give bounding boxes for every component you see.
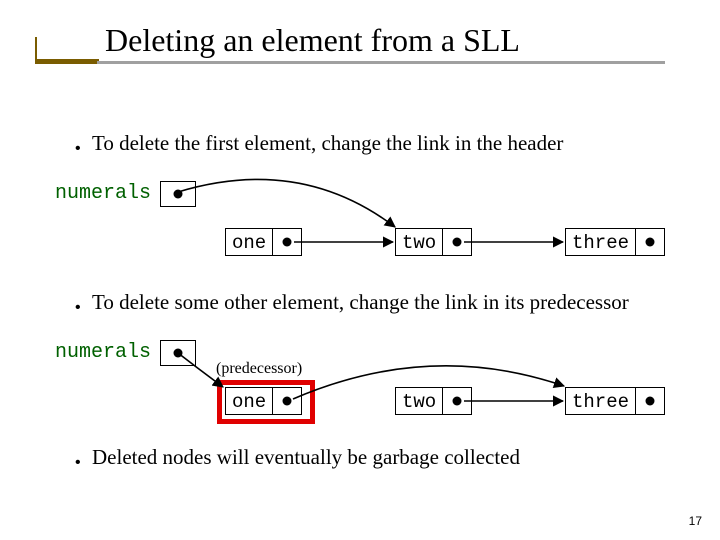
node-pointer-cell <box>273 388 301 414</box>
bullet-marker: • <box>75 299 81 317</box>
node-label: three <box>566 388 636 414</box>
list-name-label-2: numerals <box>55 341 151 364</box>
bullet-garbage: Deleted nodes will eventually be garbage… <box>92 445 520 470</box>
node-label: two <box>396 388 443 414</box>
node-three-d1: three <box>565 228 665 256</box>
pointer-dot <box>174 349 183 358</box>
node-label: three <box>566 229 636 255</box>
pointer-dot <box>646 397 655 406</box>
node-pointer-cell <box>443 388 471 414</box>
node-pointer-cell <box>273 229 301 255</box>
bullet-delete-other: To delete some other element, change the… <box>92 290 629 315</box>
pointer-dot <box>453 397 462 406</box>
pointer-dot <box>646 238 655 247</box>
node-two-d1: two <box>395 228 472 256</box>
node-three-d2: three <box>565 387 665 415</box>
node-label: one <box>226 388 273 414</box>
node-pointer-cell <box>636 229 664 255</box>
pointer-dot <box>174 190 183 199</box>
node-pointer-cell <box>443 229 471 255</box>
node-one-d1: one <box>225 228 302 256</box>
header-box-1 <box>160 181 196 207</box>
bullet-delete-first: To delete the first element, change the … <box>92 131 563 156</box>
pointer-dot <box>453 238 462 247</box>
header-box-2 <box>160 340 196 366</box>
node-label: two <box>396 229 443 255</box>
title-decoration <box>35 37 99 61</box>
node-one-d2: one <box>225 387 302 415</box>
node-pointer-cell <box>636 388 664 414</box>
slide-title: Deleting an element from a SLL <box>105 22 520 59</box>
node-two-d2: two <box>395 387 472 415</box>
title-underline <box>35 61 665 64</box>
pointer-dot <box>283 397 292 406</box>
page-number: 17 <box>689 514 702 528</box>
bullet-marker: • <box>75 140 81 158</box>
bullet-marker: • <box>75 454 81 472</box>
list-name-label-1: numerals <box>55 182 151 205</box>
node-label: one <box>226 229 273 255</box>
pointer-dot <box>283 238 292 247</box>
predecessor-label: (predecessor) <box>216 360 302 378</box>
